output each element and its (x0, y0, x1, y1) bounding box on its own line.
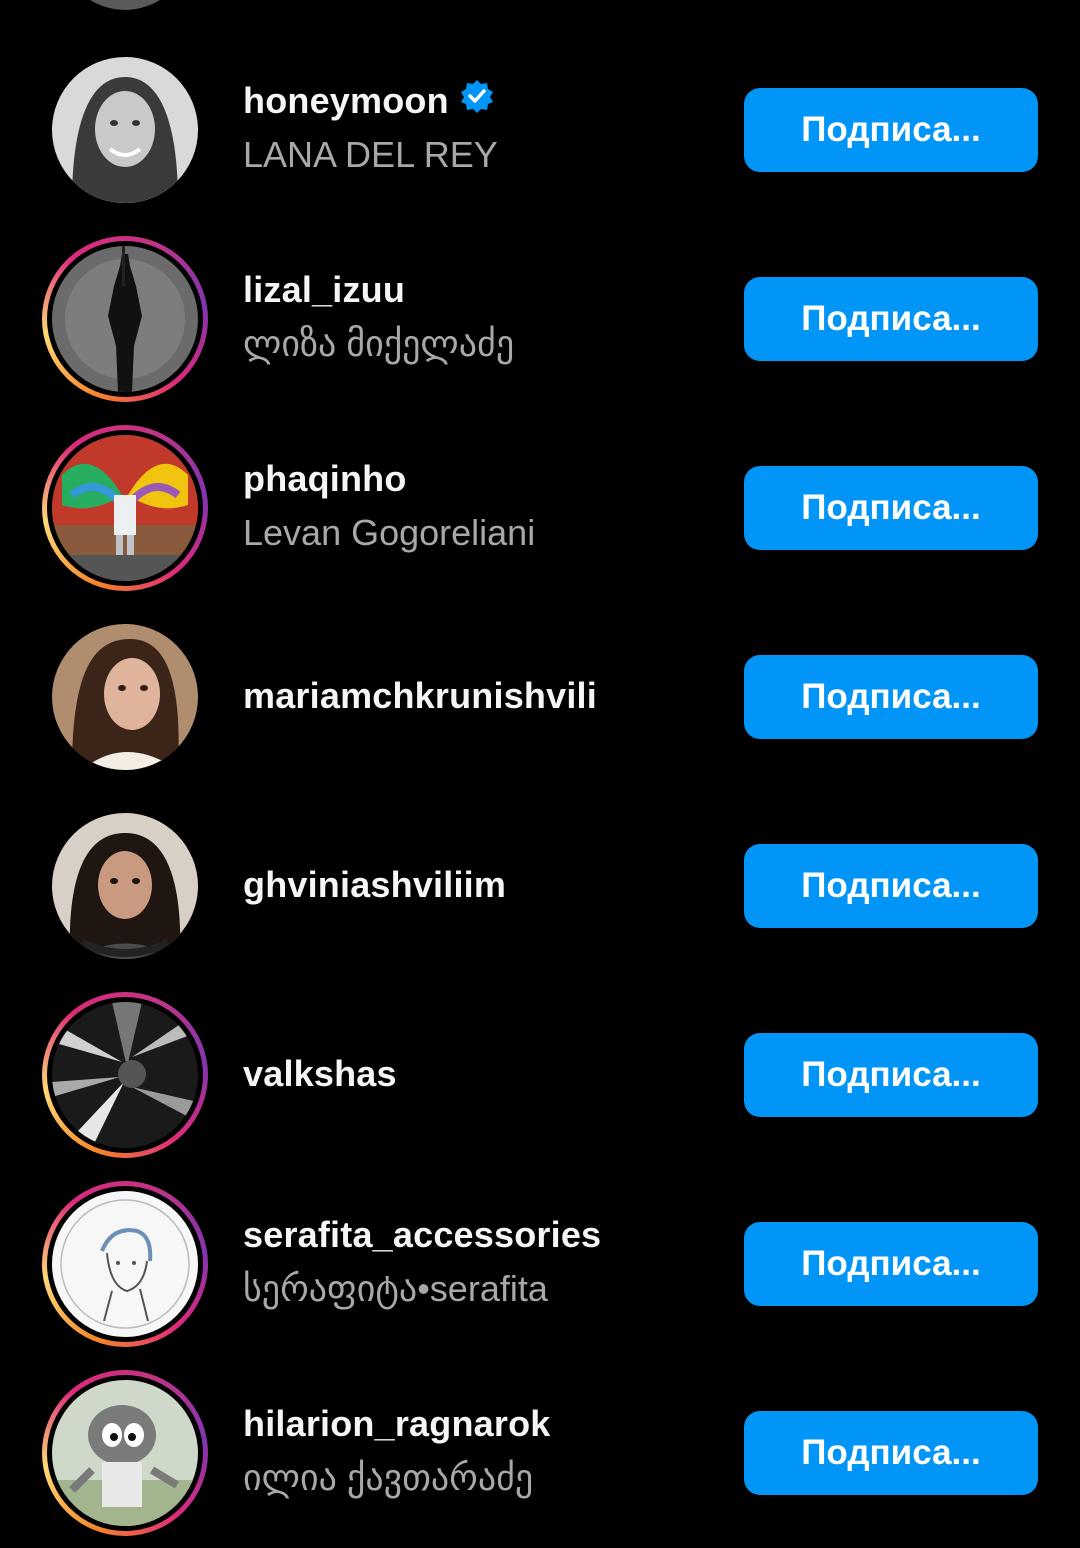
avatar[interactable] (42, 47, 208, 213)
username[interactable]: serafita_accessories (243, 1214, 601, 1256)
partial-avatar[interactable] (55, 0, 195, 10)
names: mariamchkrunishvili (243, 603, 703, 792)
avatar-story-ring[interactable] (42, 1181, 208, 1347)
username[interactable]: lizal_izuu (243, 269, 405, 311)
profile-photo (52, 435, 198, 581)
username[interactable]: valkshas (243, 1053, 397, 1095)
names: ghviniashviliim (243, 792, 703, 981)
names: honeymoon LANA DEL REY (243, 36, 703, 225)
full-name: ლიზა მიქელაძე (243, 323, 515, 364)
names: serafita_accessories სერაფიტა•serafita (243, 1170, 703, 1359)
list-item[interactable]: valkshas Подписа... (0, 981, 1080, 1170)
verified-badge-icon (459, 78, 495, 123)
full-name: LANA DEL REY (243, 134, 498, 175)
avatar[interactable] (42, 803, 208, 969)
following-list: honeymoon LANA DEL REY Подписа... lizal_… (0, 0, 1080, 1543)
follow-button[interactable]: Подписа... (744, 1222, 1038, 1306)
profile-photo (52, 813, 198, 959)
follow-button[interactable]: Подписа... (744, 277, 1038, 361)
avatar[interactable] (42, 614, 208, 780)
follow-button[interactable]: Подписа... (744, 88, 1038, 172)
follow-button[interactable]: Подписа... (744, 466, 1038, 550)
names: lizal_izuu ლიზა მიქელაძე (243, 225, 703, 414)
username[interactable]: hilarion_ragnarok (243, 1403, 550, 1445)
list-item[interactable]: hilarion_ragnarok ილია ქავთარაძე Подписа… (0, 1359, 1080, 1548)
names: valkshas (243, 981, 703, 1170)
full-name: Levan Gogoreliani (243, 512, 536, 553)
profile-photo (52, 57, 198, 203)
full-name: ილია ქავთარაძე (243, 1457, 534, 1498)
profile-photo (52, 246, 198, 392)
list-item[interactable]: mariamchkrunishvili Подписа... (0, 603, 1080, 792)
profile-photo (52, 624, 198, 770)
follow-button[interactable]: Подписа... (744, 655, 1038, 739)
full-name: სერაფიტა•serafita (243, 1268, 548, 1309)
profile-photo (52, 1380, 198, 1526)
avatar-story-ring[interactable] (42, 425, 208, 591)
avatar-story-ring[interactable] (42, 992, 208, 1158)
username[interactable]: ghviniashviliim (243, 864, 506, 906)
avatar-story-ring[interactable] (42, 1370, 208, 1536)
list-item[interactable]: phaqinho Levan Gogoreliani Подписа... (0, 414, 1080, 603)
username[interactable]: mariamchkrunishvili (243, 675, 597, 717)
username[interactable]: honeymoon (243, 78, 495, 123)
follow-button[interactable]: Подписа... (744, 844, 1038, 928)
names: hilarion_ragnarok ილია ქავთარაძე (243, 1359, 703, 1548)
profile-photo (52, 1002, 198, 1148)
username[interactable]: phaqinho (243, 458, 407, 500)
list-item[interactable]: honeymoon LANA DEL REY Подписа... (0, 36, 1080, 225)
list-item[interactable]: lizal_izuu ლიზა მიქელაძე Подписа... (0, 225, 1080, 414)
list-item[interactable]: ghviniashviliim Подписа... (0, 792, 1080, 981)
list-item[interactable]: serafita_accessories სერაფიტა•serafita П… (0, 1170, 1080, 1359)
follow-button[interactable]: Подписа... (744, 1411, 1038, 1495)
avatar-story-ring[interactable] (42, 236, 208, 402)
follow-button[interactable]: Подписа... (744, 1033, 1038, 1117)
profile-photo (52, 1191, 198, 1337)
names: phaqinho Levan Gogoreliani (243, 414, 703, 603)
